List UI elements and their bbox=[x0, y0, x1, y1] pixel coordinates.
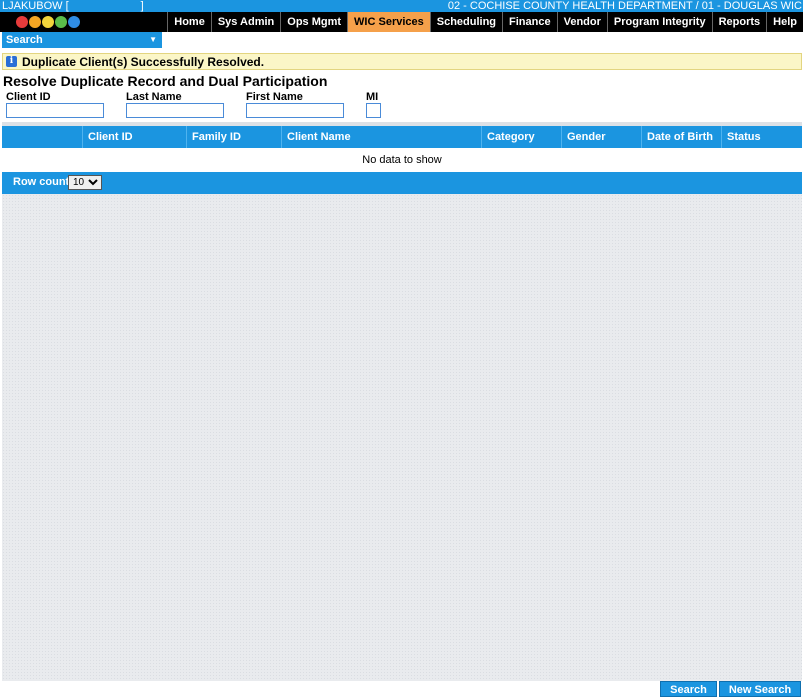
user-suffix: ] bbox=[140, 0, 144, 12]
last-name-label: Last Name bbox=[126, 91, 182, 103]
hands-logo-icon bbox=[16, 16, 80, 28]
col-category[interactable]: Category bbox=[481, 126, 561, 148]
col-date-of-birth[interactable]: Date of Birth bbox=[641, 126, 721, 148]
nav-item-vendor[interactable]: Vendor bbox=[556, 12, 607, 32]
nav-item-reports[interactable]: Reports bbox=[711, 12, 767, 32]
search-menu-label: Search bbox=[6, 34, 43, 46]
message-text: Duplicate Client(s) Successfully Resolve… bbox=[22, 54, 265, 69]
user-info: LJAKUBOW [] bbox=[2, 0, 144, 12]
row-count-label: Row count: bbox=[13, 176, 73, 188]
empty-content-area bbox=[2, 194, 802, 681]
main-navigation: Home Sys Admin Ops Mgmt WIC Services Schedul… bbox=[0, 12, 803, 32]
search-button[interactable]: Search bbox=[660, 681, 717, 697]
chevron-down-icon: ▼ bbox=[149, 35, 157, 44]
client-id-input[interactable] bbox=[6, 103, 104, 118]
results-grid-header: Client ID Family ID Client Name Category… bbox=[2, 126, 802, 148]
nav-item-finance[interactable]: Finance bbox=[502, 12, 557, 32]
page-title: Resolve Duplicate Record and Dual Partic… bbox=[3, 73, 328, 89]
col-gender[interactable]: Gender bbox=[561, 126, 641, 148]
col-client-name[interactable]: Client Name bbox=[281, 126, 481, 148]
success-message: i Duplicate Client(s) Successfully Resol… bbox=[2, 53, 802, 70]
row-count-select[interactable]: 10 bbox=[68, 175, 102, 190]
nav-item-program-integrity[interactable]: Program Integrity bbox=[606, 12, 712, 32]
top-info-bar: LJAKUBOW [] 02 - COCHISE COUNTY HEALTH D… bbox=[0, 0, 803, 12]
nav-item-sys-admin[interactable]: Sys Admin bbox=[210, 12, 280, 32]
nav-item-help[interactable]: Help bbox=[766, 12, 803, 32]
info-icon: i bbox=[6, 56, 17, 67]
col-status[interactable]: Status bbox=[721, 126, 802, 148]
first-name-label: First Name bbox=[246, 91, 303, 103]
nav-menu: Home Sys Admin Ops Mgmt WIC Services Schedul… bbox=[167, 12, 803, 32]
no-data-message: No data to show bbox=[2, 148, 802, 172]
client-id-label: Client ID bbox=[6, 91, 51, 103]
nav-item-wic-services[interactable]: WIC Services bbox=[347, 12, 430, 32]
nav-item-home[interactable]: Home bbox=[167, 12, 211, 32]
organization-label: 02 - COCHISE COUNTY HEALTH DEPARTMENT / … bbox=[447, 0, 802, 12]
nav-item-scheduling[interactable]: Scheduling bbox=[429, 12, 502, 32]
mi-input[interactable] bbox=[366, 103, 381, 118]
col-client-id[interactable]: Client ID bbox=[82, 126, 186, 148]
last-name-input[interactable] bbox=[126, 103, 224, 118]
nav-item-ops-mgmt[interactable]: Ops Mgmt bbox=[280, 12, 347, 32]
mi-label: MI bbox=[366, 91, 379, 103]
new-search-button[interactable]: New Search bbox=[719, 681, 801, 697]
search-menu-dropdown[interactable]: Search ▼ bbox=[2, 32, 162, 48]
col-family-id[interactable]: Family ID bbox=[186, 126, 281, 148]
first-name-input[interactable] bbox=[246, 103, 344, 118]
pager-bar: Row count: 10 bbox=[2, 172, 802, 194]
user-name: LJAKUBOW [ bbox=[2, 0, 69, 12]
